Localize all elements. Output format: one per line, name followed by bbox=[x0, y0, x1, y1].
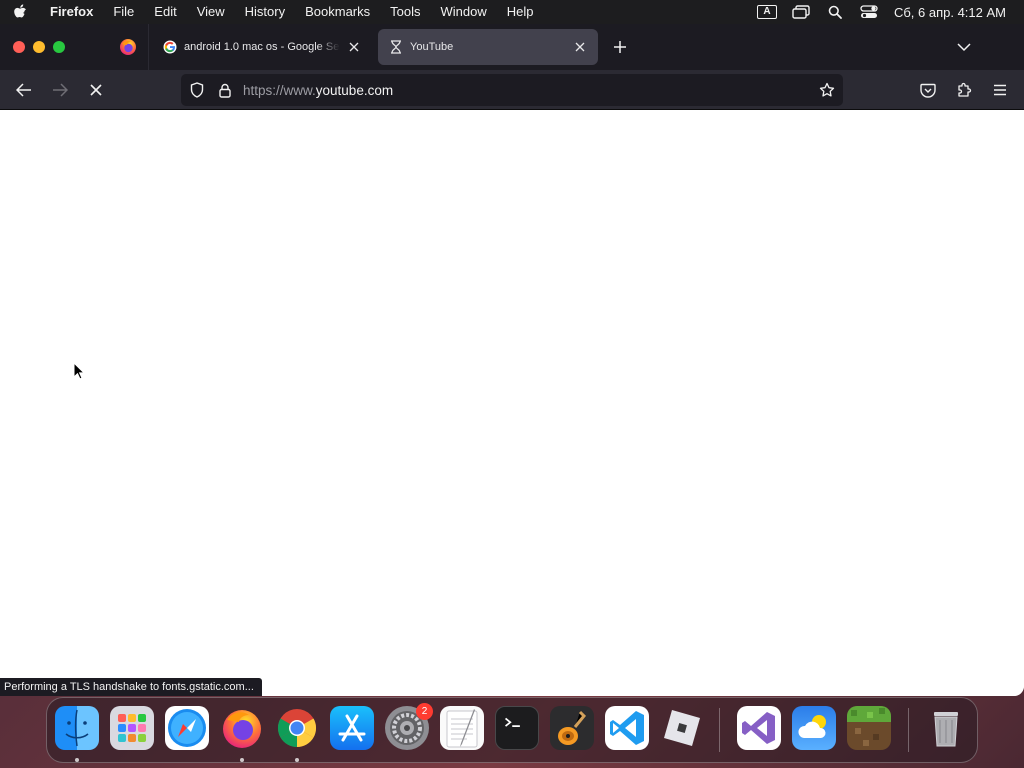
tab-title: android 1.0 mac os - Google Search bbox=[184, 41, 340, 53]
running-indicator bbox=[75, 758, 79, 762]
finder-icon[interactable] bbox=[55, 706, 99, 750]
tab-bar: android 1.0 mac os - Google Search YouTu… bbox=[0, 24, 1024, 70]
tab-google-search[interactable]: android 1.0 mac os - Google Search bbox=[152, 29, 372, 65]
tab-youtube[interactable]: YouTube bbox=[378, 29, 598, 65]
url-domain: youtube.com bbox=[315, 82, 394, 98]
hamburger-menu-icon bbox=[994, 84, 1006, 96]
apple-menu-icon[interactable] bbox=[0, 0, 40, 24]
menu-window[interactable]: Window bbox=[431, 0, 497, 24]
close-tab-icon[interactable] bbox=[346, 39, 362, 55]
menu-history[interactable]: History bbox=[235, 0, 295, 24]
chevron-down-icon bbox=[957, 42, 971, 51]
new-tab-button[interactable] bbox=[608, 37, 632, 57]
input-source-label: A bbox=[756, 5, 777, 19]
firefox-icon bbox=[120, 39, 136, 55]
notification-badge: 2 bbox=[416, 703, 433, 720]
lock-icon[interactable] bbox=[213, 78, 237, 102]
trash-icon[interactable] bbox=[924, 706, 968, 750]
control-center-icon[interactable] bbox=[852, 0, 886, 24]
menubar-clock[interactable]: Сб, 6 апр. 4:12 AM bbox=[886, 5, 1024, 20]
status-panel: Performing a TLS handshake to fonts.gsta… bbox=[0, 678, 262, 696]
dock-divider bbox=[719, 708, 720, 752]
page-content[interactable] bbox=[0, 111, 1024, 696]
tracking-protection-shield-icon[interactable] bbox=[185, 78, 209, 102]
weather-icon[interactable] bbox=[792, 706, 836, 750]
textedit-icon[interactable] bbox=[440, 706, 484, 750]
url-text[interactable]: https://www.youtube.com bbox=[243, 83, 815, 98]
app-menu-button[interactable] bbox=[987, 78, 1013, 102]
chrome-icon[interactable] bbox=[275, 706, 319, 750]
screen-mirroring-icon[interactable] bbox=[784, 0, 818, 24]
garageband-icon[interactable] bbox=[550, 706, 594, 750]
bookmark-star-icon[interactable] bbox=[815, 78, 839, 102]
safari-icon[interactable] bbox=[165, 706, 209, 750]
stop-icon bbox=[90, 84, 102, 96]
firefox-window: android 1.0 mac os - Google Search YouTu… bbox=[0, 24, 1024, 696]
running-indicator bbox=[240, 758, 244, 762]
pocket-icon bbox=[920, 83, 936, 98]
spotlight-search-icon[interactable] bbox=[818, 0, 852, 24]
dock-divider bbox=[908, 708, 909, 752]
visual-studio-icon[interactable] bbox=[737, 706, 781, 750]
pocket-button[interactable] bbox=[915, 78, 941, 102]
terminal-icon[interactable] bbox=[495, 706, 539, 750]
menu-tools[interactable]: Tools bbox=[380, 0, 430, 24]
menu-file[interactable]: File bbox=[103, 0, 144, 24]
minecraft-icon[interactable] bbox=[847, 706, 891, 750]
mouse-cursor-icon bbox=[73, 361, 86, 385]
window-controls bbox=[0, 41, 108, 53]
firefox-icon[interactable] bbox=[220, 706, 264, 750]
url-bar[interactable]: https://www.youtube.com bbox=[181, 74, 843, 106]
close-tab-icon[interactable] bbox=[572, 39, 588, 55]
roblox-icon[interactable] bbox=[660, 706, 704, 750]
vscode-icon[interactable] bbox=[605, 706, 649, 750]
minimize-window-button[interactable] bbox=[33, 41, 45, 53]
forward-button[interactable] bbox=[47, 78, 73, 102]
menu-app-firefox[interactable]: Firefox bbox=[40, 0, 103, 24]
url-prefix: https://www. bbox=[243, 82, 316, 98]
plus-icon bbox=[614, 41, 626, 53]
launchpad-icon[interactable] bbox=[110, 706, 154, 750]
extensions-button[interactable] bbox=[951, 78, 977, 102]
hourglass-loading-icon bbox=[388, 39, 404, 55]
menu-edit[interactable]: Edit bbox=[144, 0, 186, 24]
back-button[interactable] bbox=[11, 78, 37, 102]
menu-bar: Firefox File Edit View History Bookmarks… bbox=[0, 0, 1024, 24]
tab-title: YouTube bbox=[410, 41, 454, 53]
menu-bookmarks[interactable]: Bookmarks bbox=[295, 0, 380, 24]
puzzle-piece-icon bbox=[958, 82, 972, 97]
close-window-button[interactable] bbox=[13, 41, 25, 53]
pinned-tab-firefox[interactable] bbox=[108, 24, 148, 70]
app-store-icon[interactable] bbox=[330, 706, 374, 750]
input-source-icon[interactable]: A bbox=[750, 0, 784, 24]
dock: 2 bbox=[46, 697, 978, 763]
menu-help[interactable]: Help bbox=[497, 0, 544, 24]
stop-loading-button[interactable] bbox=[83, 78, 109, 102]
google-icon bbox=[162, 39, 178, 55]
menu-view[interactable]: View bbox=[187, 0, 235, 24]
zoom-window-button[interactable] bbox=[53, 41, 65, 53]
list-all-tabs-button[interactable] bbox=[952, 37, 976, 57]
running-indicator bbox=[295, 758, 299, 762]
navigation-toolbar: https://www.youtube.com bbox=[0, 70, 1024, 110]
arrow-left-icon bbox=[16, 83, 31, 97]
tab-separator bbox=[148, 24, 149, 70]
arrow-right-icon bbox=[53, 83, 68, 97]
